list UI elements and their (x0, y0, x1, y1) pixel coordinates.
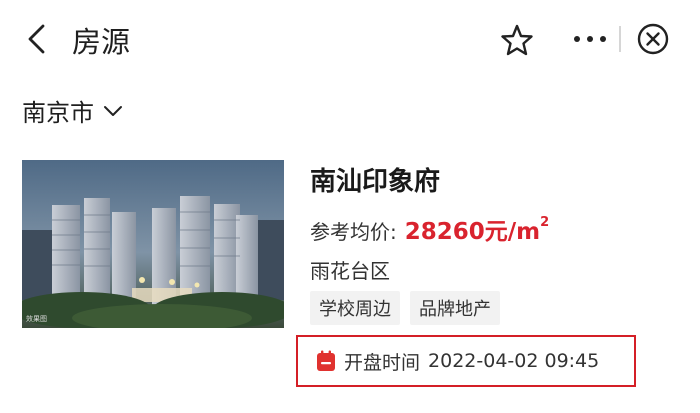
price-label: 参考均价: (310, 220, 397, 244)
open-time-highlight: 开盘时间 2022-04-02 09:45 (296, 335, 636, 387)
calendar-icon (317, 350, 335, 371)
city-label: 南京市 (22, 99, 94, 127)
photo-caption: 效果图 (26, 315, 47, 323)
top-bar: 房源 (0, 0, 700, 80)
price-unit: 元/m2 (485, 212, 549, 246)
open-time-value: 2022-04-02 09:45 (428, 350, 600, 372)
star-outline-icon[interactable] (500, 23, 534, 57)
district-label: 雨花台区 (310, 259, 390, 283)
property-name[interactable]: 南汕印象府 (310, 161, 440, 198)
open-time-label: 开盘时间 (344, 351, 421, 374)
close-circle-icon[interactable] (636, 22, 670, 56)
price-unit-text: 元/m (484, 219, 541, 245)
price-value: 28260 (404, 219, 485, 245)
property-photo[interactable]: 效果图 (22, 160, 284, 328)
more-dots-icon[interactable] (570, 24, 610, 54)
tag-item: 品牌地产 (410, 291, 500, 325)
chevron-down-icon (104, 105, 122, 116)
tag-list: 学校周边 品牌地产 (310, 291, 500, 325)
city-selector[interactable]: 南京市 (22, 93, 124, 128)
toolbar-divider (619, 26, 621, 52)
chevron-left-icon[interactable] (22, 22, 52, 56)
building-rendering-image (22, 160, 284, 328)
page-title: 房源 (72, 25, 131, 59)
price-unit-exponent: 2 (540, 215, 550, 231)
tag-item: 学校周边 (310, 291, 400, 325)
price-row: 参考均价: 28260 元/m2 (310, 212, 549, 246)
